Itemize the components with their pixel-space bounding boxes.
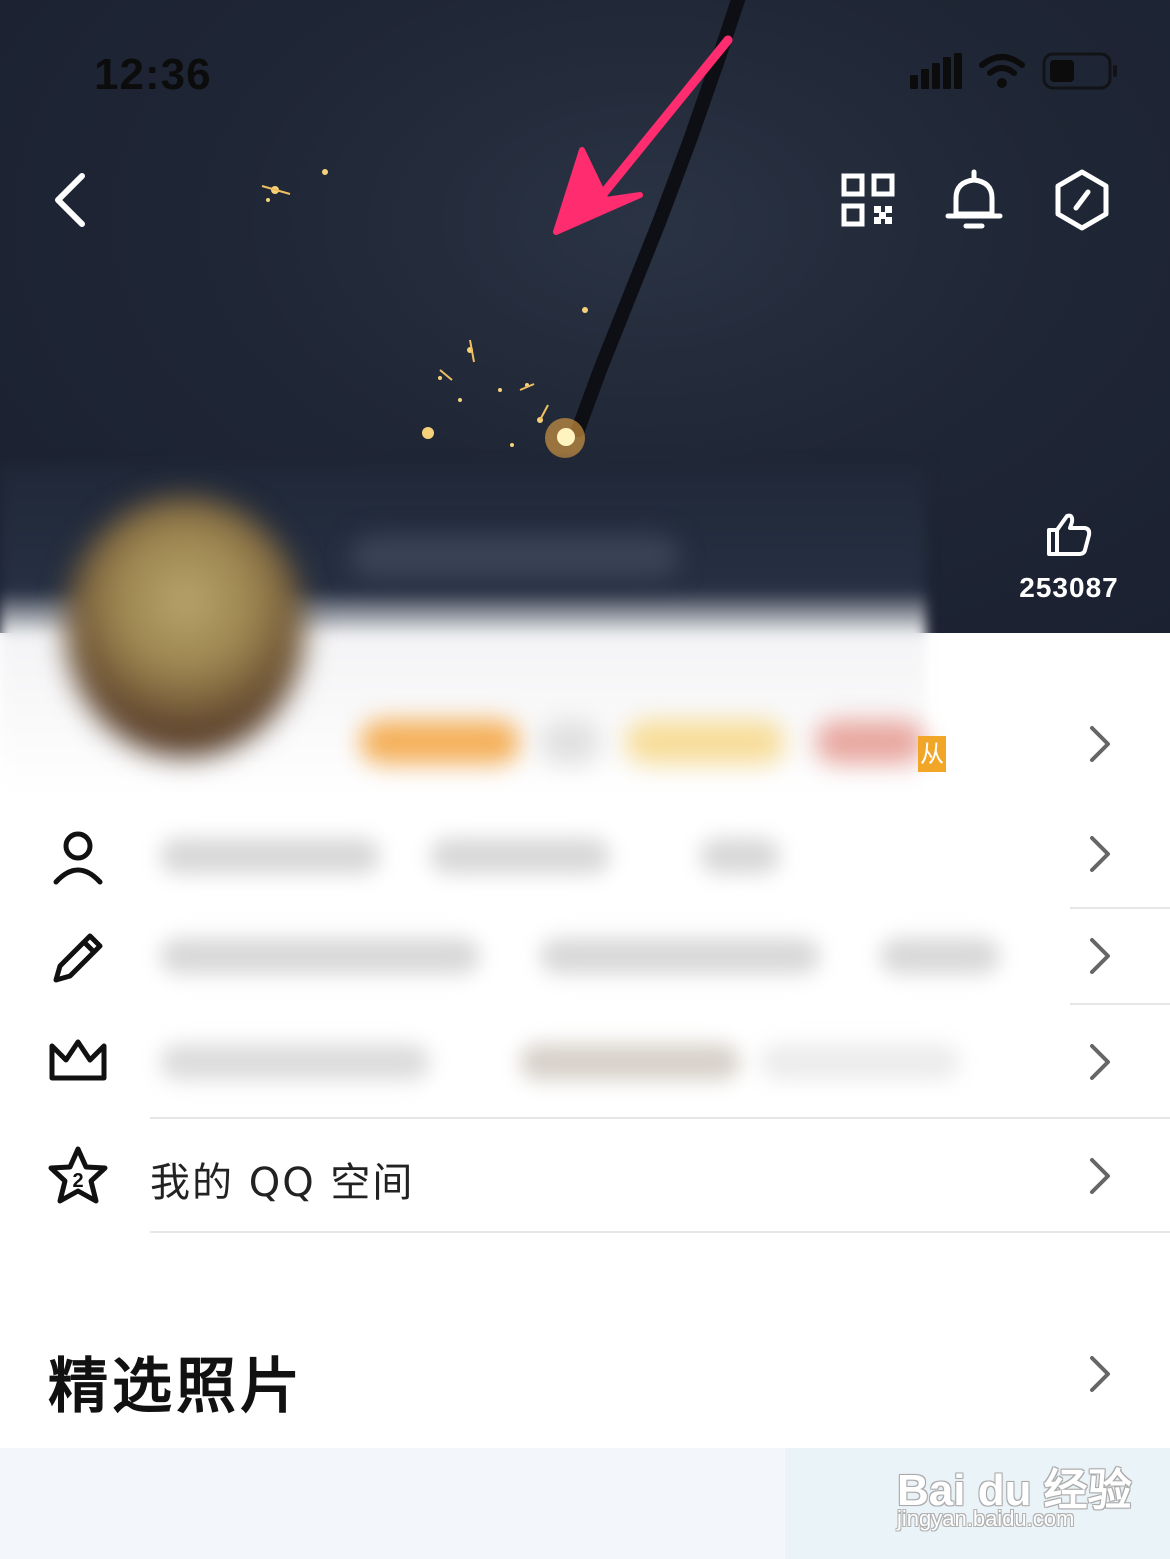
qzone-star-icon: 2 (48, 1146, 108, 1204)
redacted-text (430, 838, 610, 874)
qzone-label[interactable]: 我的 QQ 空间 (150, 1150, 414, 1208)
redacted-badge (815, 720, 925, 764)
redacted-text (160, 938, 480, 974)
status-icons (910, 52, 1120, 90)
avatar[interactable] (65, 497, 305, 757)
redacted-nickname (350, 535, 680, 579)
redacted-badge (625, 720, 785, 764)
chevron-right-icon[interactable] (1086, 1354, 1114, 1394)
watermark-url: jingyan.baidu.com (897, 1506, 1075, 1531)
annotation-arrow (553, 35, 733, 235)
settings-hexagon-icon[interactable] (1050, 168, 1114, 232)
redacted-badge (360, 720, 520, 764)
like-block[interactable]: 253087 (1010, 510, 1128, 604)
pencil-icon (53, 933, 103, 983)
redacted-text (880, 938, 1000, 974)
section-title-featured-photos: 精选照片 (48, 1352, 304, 1422)
chevron-right-icon[interactable] (1086, 1042, 1114, 1082)
vip-badge-fragment: 从 (918, 736, 946, 772)
menu-row-info[interactable] (0, 800, 1170, 908)
thumbs-up-icon[interactable] (1045, 510, 1093, 558)
crown-icon (49, 1039, 107, 1081)
qr-code-icon[interactable] (836, 168, 900, 232)
menu-row-signature[interactable] (0, 908, 1170, 1004)
chevron-right-icon[interactable] (1086, 936, 1114, 976)
chevron-right-icon[interactable] (1086, 724, 1114, 764)
back-arrow-icon[interactable] (40, 168, 104, 232)
menu-row-vip[interactable] (0, 1004, 1170, 1118)
redacted-text (520, 1044, 740, 1080)
chevron-right-icon[interactable] (1086, 834, 1114, 874)
divider (150, 1231, 1170, 1233)
like-count: 253087 (1019, 572, 1119, 603)
chevron-right-icon[interactable] (1086, 1156, 1114, 1196)
redacted-text (760, 1044, 960, 1080)
redacted-badge (540, 720, 600, 764)
redacted-text (700, 838, 780, 874)
redacted-text (160, 838, 380, 874)
bell-icon[interactable] (942, 168, 1006, 232)
person-icon (53, 831, 103, 885)
status-time: 12:36 (94, 50, 212, 99)
wifi-icon (979, 54, 1025, 88)
redacted-text (160, 1044, 430, 1080)
svg-text:2: 2 (72, 1170, 83, 1192)
battery-icon (1042, 52, 1117, 90)
cellular-signal-icon (910, 53, 962, 89)
baidu-jingyan-watermark: Bai du 经验 jingyan.baidu.com (895, 1430, 1155, 1540)
redacted-text (540, 938, 820, 974)
